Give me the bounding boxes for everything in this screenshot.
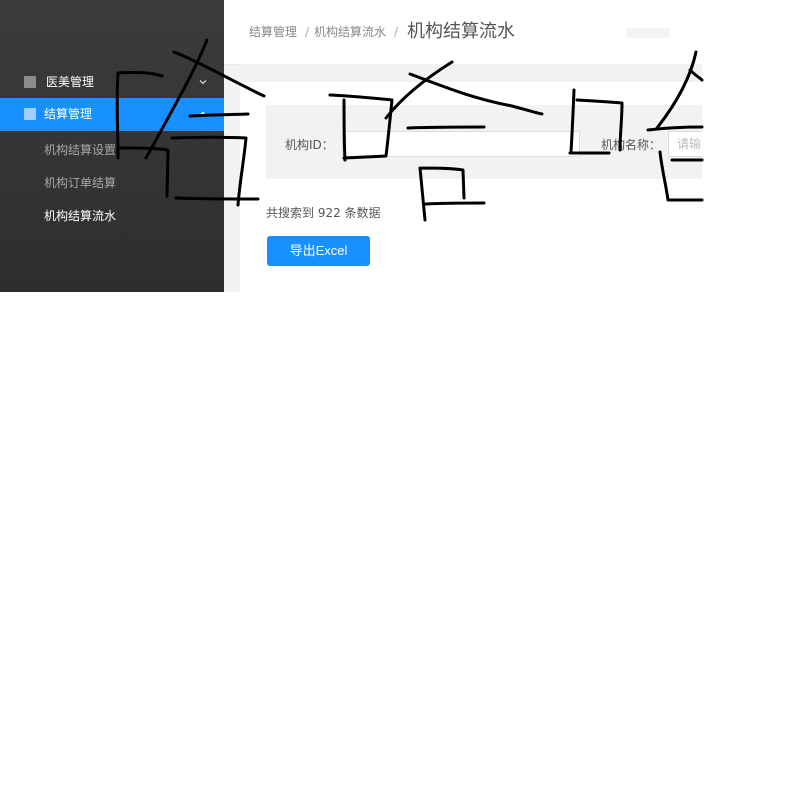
square-icon	[24, 76, 36, 88]
page-header: 结算管理 / 机构结算流水 / 机构结算流水	[224, 0, 702, 65]
chevron-up-icon	[199, 111, 207, 116]
export-excel-button[interactable]: 导出Excel	[267, 236, 370, 266]
sidebar: 医美管理 结算管理 机构结算设置 机构订单结算 机构结算流水	[0, 0, 224, 292]
square-icon	[24, 108, 36, 120]
breadcrumb-item-settlement[interactable]: 结算管理	[249, 0, 297, 64]
content-top-band	[240, 64, 702, 82]
sidebar-menu-label: 医美管理	[46, 75, 95, 89]
breadcrumb-separator: /	[305, 25, 310, 39]
sidebar-menu-medical-beauty[interactable]: 医美管理	[0, 66, 224, 99]
sidebar-item-org-order-settlement[interactable]: 机构订单结算	[44, 175, 116, 191]
org-id-label: 机构ID：	[285, 138, 334, 152]
app-window: 医美管理 结算管理 机构结算设置 机构订单结算 机构结算流水 结算管理 / 机构…	[0, 0, 702, 292]
breadcrumb-separator: /	[394, 25, 399, 39]
org-id-input[interactable]	[342, 131, 580, 157]
org-name-input[interactable]	[668, 131, 702, 157]
sidebar-item-org-settlement-flow[interactable]: 机构结算流水	[44, 208, 116, 224]
sidebar-menu-settlement[interactable]: 结算管理	[0, 98, 224, 131]
result-count-text: 共搜索到 922 条数据	[266, 206, 381, 220]
header-placeholder	[626, 28, 670, 38]
org-name-label: 机构名称：	[601, 138, 662, 152]
chevron-down-icon	[199, 80, 207, 85]
sidebar-menu-label: 结算管理	[44, 107, 93, 121]
page-title: 机构结算流水	[407, 21, 515, 42]
sidebar-item-org-settlement-settings[interactable]: 机构结算设置	[44, 142, 116, 158]
breadcrumb-item-settlement-flow[interactable]: 机构结算流水	[314, 0, 386, 64]
